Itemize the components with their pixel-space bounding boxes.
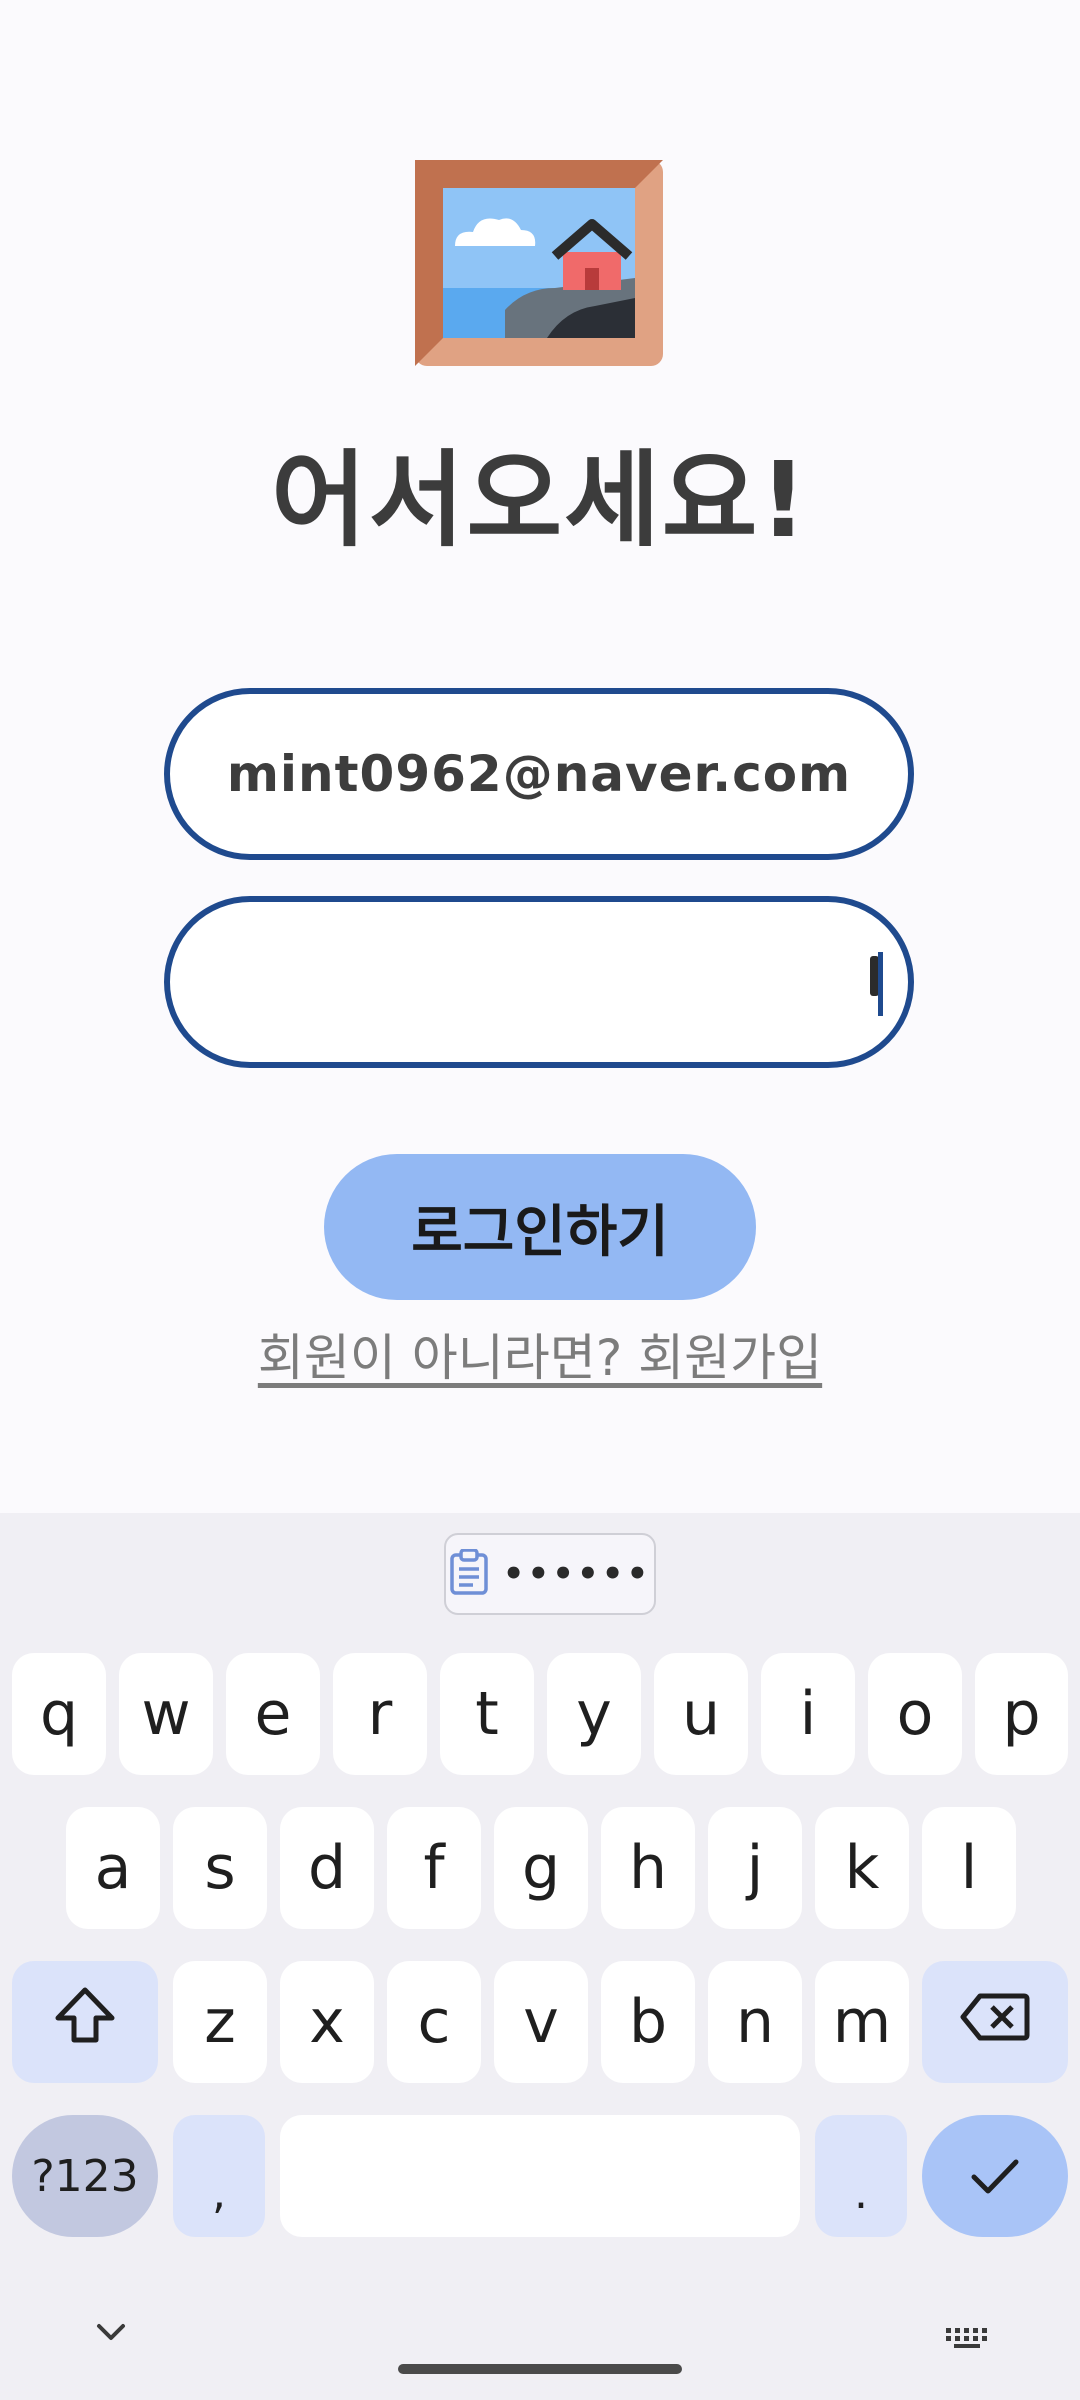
key-y[interactable]: y xyxy=(547,1653,641,1775)
clipboard-preview: •••••• xyxy=(502,1554,652,1594)
soft-keyboard: •••••• q w e r t y u i o p a s d f g h j… xyxy=(0,1513,1080,2400)
key-w[interactable]: w xyxy=(119,1653,213,1775)
key-h[interactable]: h xyxy=(601,1807,695,1929)
key-a[interactable]: a xyxy=(66,1807,160,1929)
password-field[interactable] xyxy=(164,896,914,1068)
key-u[interactable]: u xyxy=(654,1653,748,1775)
clipboard-suggestion[interactable]: •••••• xyxy=(444,1533,656,1615)
enter-key[interactable] xyxy=(922,2115,1068,2237)
shift-key[interactable] xyxy=(12,1961,158,2083)
backspace-icon xyxy=(960,1987,1030,2057)
checkmark-icon xyxy=(969,2141,1021,2211)
framed-picture-icon xyxy=(415,160,663,366)
key-n[interactable]: n xyxy=(708,1961,802,2083)
symbols-key[interactable]: ?123 xyxy=(12,2115,158,2237)
key-g[interactable]: g xyxy=(494,1807,588,1929)
clipboard-icon xyxy=(449,1548,489,1599)
comma-key[interactable]: , xyxy=(173,2115,265,2237)
key-t[interactable]: t xyxy=(440,1653,534,1775)
email-value: mint0962@naver.com xyxy=(226,745,852,803)
text-cursor xyxy=(870,952,886,1018)
email-field[interactable]: mint0962@naver.com xyxy=(164,688,914,860)
login-screen: 어서오세요! mint0962@naver.com 로그인하기 회원이 아니라면… xyxy=(0,0,1080,2400)
key-o[interactable]: o xyxy=(868,1653,962,1775)
welcome-title: 어서오세요! xyxy=(271,439,809,561)
key-k[interactable]: k xyxy=(815,1807,909,1929)
key-z[interactable]: z xyxy=(173,1961,267,2083)
key-p[interactable]: p xyxy=(975,1653,1068,1775)
space-key[interactable] xyxy=(280,2115,800,2237)
key-x[interactable]: x xyxy=(280,1961,374,2083)
key-r[interactable]: r xyxy=(333,1653,427,1775)
key-d[interactable]: d xyxy=(280,1807,374,1929)
key-v[interactable]: v xyxy=(494,1961,588,2083)
cursor-line xyxy=(878,952,883,1016)
key-f[interactable]: f xyxy=(387,1807,481,1929)
key-l[interactable]: l xyxy=(922,1807,1016,1929)
signup-link[interactable]: 회원이 아니라면? 회원가입 xyxy=(0,1318,1080,1390)
hide-keyboard-chevron-icon[interactable] xyxy=(96,2322,126,2346)
key-s[interactable]: s xyxy=(173,1807,267,1929)
key-q[interactable]: q xyxy=(12,1653,106,1775)
key-i[interactable]: i xyxy=(761,1653,855,1775)
key-e[interactable]: e xyxy=(226,1653,320,1775)
login-button[interactable]: 로그인하기 xyxy=(324,1154,756,1300)
keyboard-switch-icon[interactable] xyxy=(944,2326,990,2354)
shift-icon xyxy=(54,1986,116,2059)
key-j[interactable]: j xyxy=(708,1807,802,1929)
key-c[interactable]: c xyxy=(387,1961,481,2083)
backspace-key[interactable] xyxy=(922,1961,1068,2083)
home-indicator[interactable] xyxy=(398,2364,682,2374)
key-b[interactable]: b xyxy=(601,1961,695,2083)
period-key[interactable]: . xyxy=(815,2115,907,2237)
key-m[interactable]: m xyxy=(815,1961,909,2083)
